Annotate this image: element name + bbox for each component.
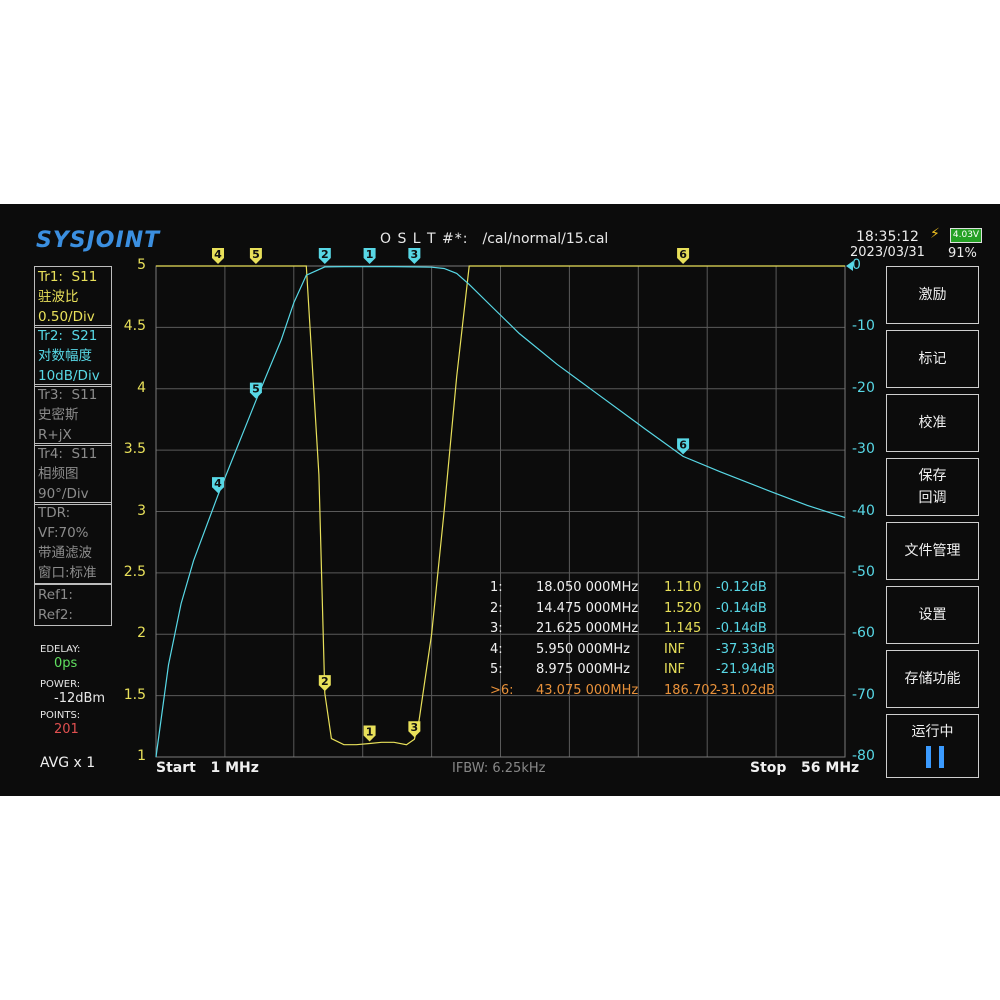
marker-table-row[interactable]: 2: 14.475 000MHz 1.520 -0.14dB xyxy=(478,601,798,622)
ifbw-label: IFBW: 6.25kHz xyxy=(452,761,546,776)
marker-number: 5 xyxy=(252,383,260,396)
marker-frequency: 43.075 000MHz xyxy=(536,682,639,698)
marker-swr: INF xyxy=(664,662,686,677)
menu-marker-button[interactable]: 标记 xyxy=(886,330,979,388)
marker-table-row[interactable]: 5: 8.975 000MHz INF -21.94dB xyxy=(478,662,798,683)
marker-number: 1 xyxy=(366,248,374,261)
marker-frequency: 8.975 000MHz xyxy=(536,662,630,677)
marker-swr: 1.110 xyxy=(664,580,702,595)
pause-icon xyxy=(926,746,946,768)
start-frequency[interactable]: Start 1 MHz xyxy=(156,760,259,776)
marker-table: 1: 18.050 000MHz 1.110 -0.12dB 2: 14.475 000M… xyxy=(478,580,798,703)
marker-top-2[interactable]: 2 xyxy=(318,248,331,264)
marker-table-row[interactable]: 4: 5.950 000MHz INF -37.33dB xyxy=(478,642,798,663)
marker-number: 1 xyxy=(366,725,374,738)
marker-top-6[interactable]: 6 xyxy=(677,248,690,264)
marker-db: -21.94dB xyxy=(716,662,776,677)
marker-frequency: 5.950 000MHz xyxy=(536,641,630,657)
marker-top-5[interactable]: 5 xyxy=(249,248,262,264)
menu-calibration-button[interactable]: 校准 xyxy=(886,394,979,452)
marker-s21-6[interactable]: 6 xyxy=(677,438,690,455)
menu-settings-button[interactable]: 设置 xyxy=(886,586,979,644)
menu-file-manager-button[interactable]: 文件管理 xyxy=(886,522,979,580)
marker-db: -37.33dB xyxy=(716,641,776,657)
ref-pointer-icon xyxy=(846,261,853,271)
marker-frequency: 21.625 000MHz xyxy=(536,621,639,636)
battery-percent: 91% xyxy=(948,246,977,261)
marker-id: >6: xyxy=(490,682,514,698)
marker-s11-2[interactable]: 2 xyxy=(318,675,331,692)
marker-s21-4[interactable]: 4 xyxy=(212,477,225,494)
marker-number: 4 xyxy=(214,248,222,261)
marker-id: 5: xyxy=(490,662,503,677)
marker-id: 3: xyxy=(490,621,503,636)
marker-frequency: 14.475 000MHz xyxy=(536,600,639,616)
menu-stimulus-button[interactable]: 激励 xyxy=(886,266,979,324)
marker-db: -0.14dB xyxy=(716,600,767,616)
marker-number: 2 xyxy=(321,248,329,261)
marker-id: 1: xyxy=(490,580,503,595)
marker-swr: INF xyxy=(664,641,686,657)
marker-table-row[interactable]: >6: 43.075 000MHz 186.702 -31.02dB xyxy=(478,683,798,704)
stop-frequency[interactable]: Stop 56 MHz xyxy=(750,760,859,776)
marker-top-1[interactable]: 1 xyxy=(363,248,376,264)
menu-save-recall-button[interactable]: 保存 回调 xyxy=(886,458,979,516)
marker-number: 3 xyxy=(411,721,419,734)
marker-s21-5[interactable]: 5 xyxy=(249,382,262,399)
marker-s11-3[interactable]: 3 xyxy=(408,721,421,738)
marker-db: -0.12dB xyxy=(716,580,767,595)
marker-top-4[interactable]: 4 xyxy=(212,248,225,264)
marker-table-row[interactable]: 1: 18.050 000MHz 1.110 -0.12dB xyxy=(478,580,798,601)
marker-swr: 1.520 xyxy=(664,600,702,616)
marker-table-row[interactable]: 3: 21.625 000MHz 1.145 -0.14dB xyxy=(478,621,798,642)
marker-db: -0.14dB xyxy=(716,621,767,636)
marker-top-3[interactable]: 3 xyxy=(408,248,421,264)
marker-id: 4: xyxy=(490,641,503,657)
marker-db: -31.02dB xyxy=(716,682,776,698)
marker-swr: 186.702 xyxy=(664,682,718,698)
charging-bolt-icon: ⚡ xyxy=(930,226,940,242)
marker-s11-1[interactable]: 1 xyxy=(363,725,376,742)
marker-number: 2 xyxy=(321,675,329,688)
marker-number: 6 xyxy=(679,248,687,261)
run-button-label: 运行中 xyxy=(911,724,954,740)
marker-frequency: 18.050 000MHz xyxy=(536,580,639,595)
menu-storage-button[interactable]: 存储功能 xyxy=(886,650,979,708)
marker-swr: 1.145 xyxy=(664,621,702,636)
battery-icon: 4.03V xyxy=(950,228,982,243)
marker-number: 3 xyxy=(411,248,419,261)
trace-chart[interactable]: 1 2 3 4 5 6 1 2 3 4 5 6 xyxy=(0,204,886,796)
marker-number: 6 xyxy=(679,438,687,451)
marker-number: 5 xyxy=(252,248,260,261)
marker-id: 2: xyxy=(490,600,503,616)
marker-number: 4 xyxy=(214,477,222,490)
vna-screen: SYSJOINT O S L T #*:/cal/normal/15.cal 1… xyxy=(0,204,1000,796)
